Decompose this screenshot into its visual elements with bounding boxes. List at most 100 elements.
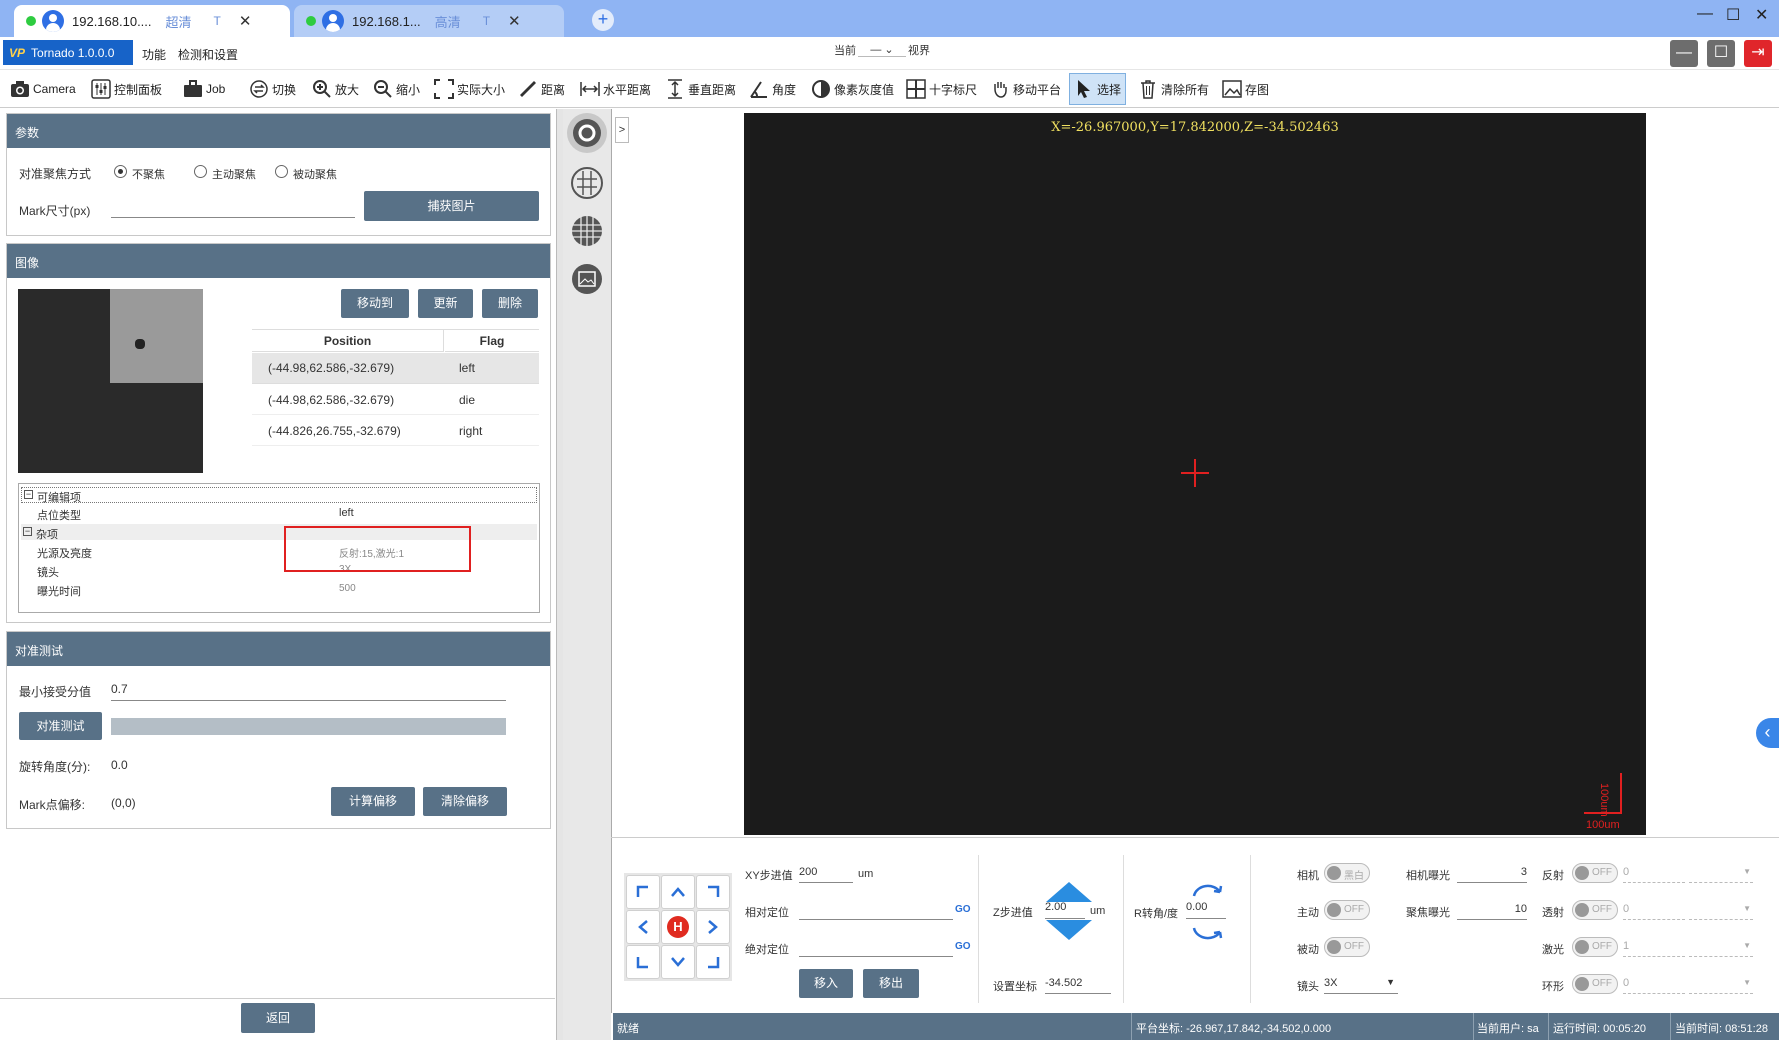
focus-passive-radio[interactable] bbox=[275, 165, 288, 178]
rotate-ccw-icon[interactable] bbox=[1190, 880, 1224, 902]
collapse-icon[interactable]: − bbox=[23, 527, 32, 536]
close-window-icon[interactable]: ✕ bbox=[1755, 5, 1768, 25]
move-to-button[interactable]: 移动到 bbox=[341, 289, 409, 318]
toolbar-control-panel[interactable]: 控制面板 bbox=[91, 76, 162, 102]
app-minimize-button[interactable]: — bbox=[1670, 40, 1698, 67]
reflect-dropdown[interactable]: ▼ bbox=[1689, 863, 1753, 883]
toolbar-save-image[interactable]: 存图 bbox=[1222, 76, 1269, 102]
menu-detect-settings[interactable]: 检测和设置 bbox=[178, 46, 238, 63]
camera-viewer[interactable]: X=-26.967000,Y=17.842000,Z=-34.502463 10… bbox=[744, 113, 1646, 835]
toolbar-actual-size[interactable]: 实际大小 bbox=[434, 76, 505, 102]
ring-dropdown[interactable]: ▼ bbox=[1689, 974, 1753, 994]
capture-image-button[interactable]: 捕获图片 bbox=[364, 191, 539, 221]
toolbar-angle[interactable]: 角度 bbox=[749, 76, 796, 102]
tab-close-icon[interactable]: ✕ bbox=[239, 12, 252, 30]
laser-dropdown[interactable]: ▼ bbox=[1689, 937, 1753, 957]
camera-exposure-input[interactable]: 3 bbox=[1457, 863, 1527, 883]
column-header-position[interactable]: Position bbox=[252, 330, 444, 352]
laser-toggle[interactable]: OFF bbox=[1572, 937, 1618, 957]
toolbar-zoom-out[interactable]: 缩小 bbox=[373, 76, 420, 102]
laser-value-input[interactable]: 1 bbox=[1623, 937, 1685, 957]
jog-down-right-button[interactable] bbox=[696, 945, 730, 979]
calc-offset-button[interactable]: 计算偏移 bbox=[331, 787, 415, 816]
toolbar-vertical-distance[interactable]: 垂直距离 bbox=[665, 76, 736, 102]
focus-none-radio[interactable] bbox=[114, 165, 127, 178]
jog-down-left-button[interactable] bbox=[626, 945, 660, 979]
column-header-flag[interactable]: Flag bbox=[445, 330, 539, 352]
tab-close-icon[interactable]: ✕ bbox=[508, 12, 521, 30]
mesh-button[interactable] bbox=[569, 213, 605, 249]
toolbar-select[interactable]: 选择 bbox=[1069, 73, 1127, 105]
clear-offset-button[interactable]: 清除偏移 bbox=[423, 787, 507, 816]
jog-down-button[interactable] bbox=[661, 945, 695, 979]
ring-toggle[interactable]: OFF bbox=[1572, 974, 1618, 994]
lens-select[interactable]: 3X ▼ bbox=[1324, 974, 1398, 994]
z-step-input[interactable]: 2.00 bbox=[1045, 901, 1085, 919]
xy-step-input[interactable]: 200 bbox=[799, 863, 853, 883]
move-in-button[interactable]: 移入 bbox=[799, 969, 853, 998]
toolbar-distance[interactable]: 距离 bbox=[518, 76, 565, 102]
z-down-arrow-icon[interactable] bbox=[1044, 918, 1094, 942]
jog-up-right-button[interactable] bbox=[696, 875, 730, 909]
jog-up-button[interactable] bbox=[661, 875, 695, 909]
table-row[interactable]: (-44.826,26.755,-32.679) right bbox=[252, 415, 539, 446]
relative-go-button[interactable]: GO bbox=[955, 904, 971, 915]
mark-size-input[interactable] bbox=[111, 198, 355, 218]
side-drawer-toggle[interactable]: ‹ bbox=[1756, 718, 1779, 748]
browser-tab-active[interactable]: 192.168.10.... 超清 T ✕ bbox=[14, 5, 290, 37]
transmit-value-input[interactable]: 0 bbox=[1623, 900, 1685, 920]
image-gallery-button[interactable] bbox=[569, 261, 605, 297]
app-exit-button[interactable]: ⇥ bbox=[1744, 40, 1772, 67]
align-test-button[interactable]: 对准测试 bbox=[19, 712, 102, 740]
toolbar-zoom-in[interactable]: 放大 bbox=[312, 76, 359, 102]
min-score-input[interactable]: 0.7 bbox=[111, 679, 506, 701]
toolbar-horizontal-distance[interactable]: 水平距离 bbox=[580, 76, 651, 102]
toolbar-move-platform[interactable]: 移动平台 bbox=[990, 76, 1061, 102]
camera-mode-toggle[interactable]: 黑白 bbox=[1324, 863, 1370, 883]
grid-settings-button[interactable] bbox=[569, 165, 605, 201]
reflect-value-input[interactable]: 0 bbox=[1623, 863, 1685, 883]
toolbar-job[interactable]: Job bbox=[183, 76, 225, 102]
passive-focus-toggle[interactable]: OFF bbox=[1324, 937, 1370, 957]
minimize-window-icon[interactable]: — bbox=[1697, 5, 1713, 23]
camera-capture-button[interactable] bbox=[567, 113, 607, 153]
collapse-panel-toggle[interactable]: > bbox=[615, 117, 629, 143]
table-row[interactable]: (-44.98,62.586,-32.679) left bbox=[252, 353, 539, 384]
jog-up-left-button[interactable] bbox=[626, 875, 660, 909]
toolbar-camera[interactable]: Camera bbox=[10, 76, 76, 102]
browser-tab-inactive[interactable]: 192.168.1... 高清 T ✕ bbox=[294, 5, 564, 37]
focus-exposure-input[interactable]: 10 bbox=[1457, 900, 1527, 920]
delete-button[interactable]: 删除 bbox=[482, 289, 538, 318]
relative-position-input[interactable] bbox=[799, 900, 953, 920]
update-button[interactable]: 更新 bbox=[418, 289, 473, 318]
current-view-select[interactable]: — ⌄ bbox=[858, 43, 906, 57]
rotate-cw-icon[interactable] bbox=[1190, 922, 1224, 944]
ring-value-input[interactable]: 0 bbox=[1623, 974, 1685, 994]
collapse-icon[interactable]: − bbox=[24, 490, 33, 499]
toolbar-pixel-gray[interactable]: 像素灰度值 bbox=[811, 76, 894, 102]
back-button[interactable]: 返回 bbox=[241, 1003, 315, 1033]
jog-left-button[interactable] bbox=[626, 910, 660, 944]
move-out-button[interactable]: 移出 bbox=[863, 969, 919, 998]
jog-right-button[interactable] bbox=[696, 910, 730, 944]
focus-active-radio[interactable] bbox=[194, 165, 207, 178]
set-coord-input[interactable]: -34.502 bbox=[1045, 974, 1111, 994]
jog-home-button[interactable]: H bbox=[661, 910, 695, 944]
table-row[interactable]: (-44.98,62.586,-32.679) die bbox=[252, 384, 539, 415]
active-focus-toggle[interactable]: OFF bbox=[1324, 900, 1370, 920]
new-tab-button[interactable]: + bbox=[592, 9, 614, 31]
absolute-position-input[interactable] bbox=[799, 937, 953, 957]
app-maximize-button[interactable]: ☐ bbox=[1707, 40, 1735, 67]
point-type-value[interactable]: left bbox=[339, 507, 354, 519]
r-angle-input[interactable]: 0.00 bbox=[1186, 901, 1226, 919]
maximize-window-icon[interactable]: ☐ bbox=[1726, 5, 1740, 25]
toolbar-clear-all[interactable]: 清除所有 bbox=[1138, 76, 1209, 102]
absolute-go-button[interactable]: GO bbox=[955, 941, 971, 952]
group-editable[interactable]: − 可编辑项 bbox=[21, 487, 537, 504]
transmit-dropdown[interactable]: ▼ bbox=[1689, 900, 1753, 920]
toolbar-switch[interactable]: 切换 bbox=[249, 76, 296, 102]
reflect-toggle[interactable]: OFF bbox=[1572, 863, 1618, 883]
menu-function[interactable]: 功能 bbox=[142, 46, 166, 63]
transmit-toggle[interactable]: OFF bbox=[1572, 900, 1618, 920]
toolbar-crosshair-ruler[interactable]: 十字标尺 bbox=[906, 76, 977, 102]
